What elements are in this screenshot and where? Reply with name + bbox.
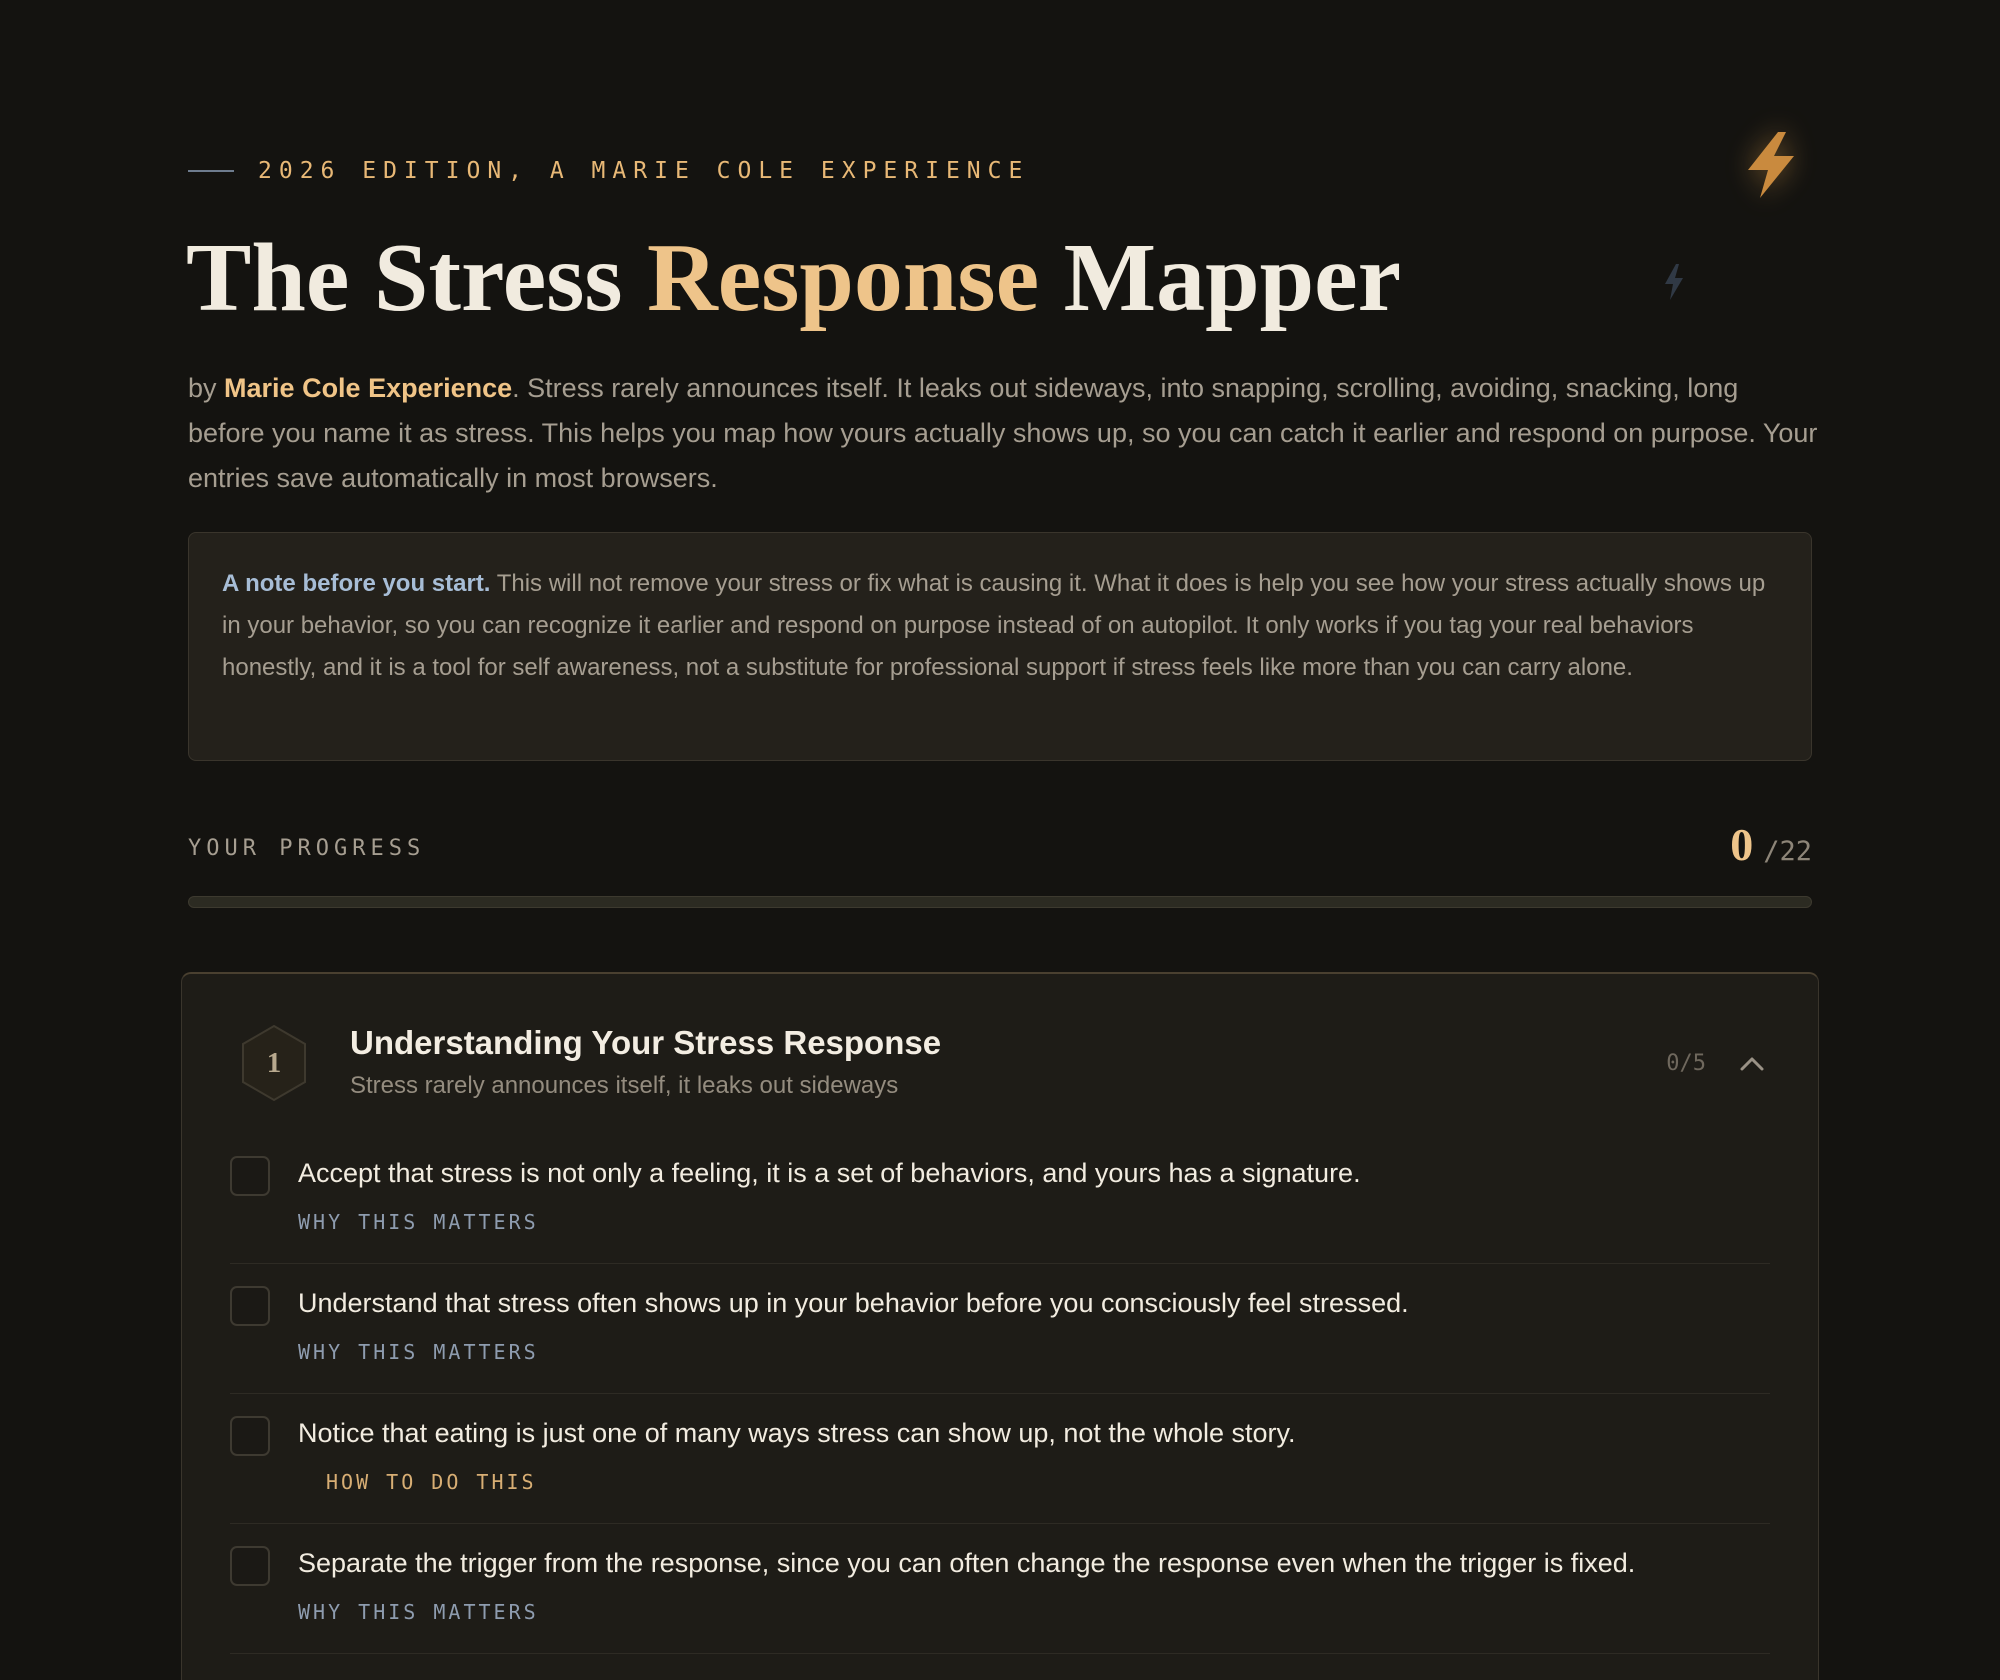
section-subtitle: Stress rarely announces itself, it leaks… bbox=[350, 1072, 899, 1099]
item-text: Separate the trigger from the response, … bbox=[298, 1548, 1636, 1578]
how-to-do-this-link[interactable]: HOW TO DO THIS bbox=[326, 1470, 537, 1494]
progress-count: 0 /22 bbox=[1730, 818, 1812, 871]
section-title: Understanding Your Stress Response bbox=[350, 1024, 942, 1061]
why-this-matters-link[interactable]: WHY THIS MATTERS bbox=[298, 1210, 539, 1234]
intro-author: Marie Cole Experience bbox=[224, 373, 513, 403]
page: 2026 EDITION, A MARIE COLE EXPERIENCE Th… bbox=[0, 0, 2000, 1680]
progress-bar bbox=[188, 896, 1812, 908]
item-text: Notice that eating is just one of many w… bbox=[298, 1418, 1296, 1448]
eyebrow: 2026 EDITION, A MARIE COLE EXPERIENCE bbox=[188, 158, 1029, 184]
eyebrow-divider bbox=[188, 170, 234, 172]
eyebrow-text: 2026 EDITION, A MARIE COLE EXPERIENCE bbox=[258, 158, 1030, 184]
item-checkbox[interactable] bbox=[230, 1416, 270, 1456]
checklist-item: Notice that eating is just one of many w… bbox=[230, 1394, 1770, 1524]
intro-prefix: by bbox=[188, 373, 225, 403]
progress-total: /22 bbox=[1763, 836, 1812, 867]
why-this-matters-link[interactable]: WHY THIS MATTERS bbox=[298, 1340, 539, 1364]
checklist: Accept that stress is not only a feeling… bbox=[230, 1134, 1770, 1654]
progress-done: 0 bbox=[1730, 819, 1754, 870]
checklist-item: Accept that stress is not only a feeling… bbox=[230, 1134, 1770, 1264]
page-title: The Stress Response Mapper bbox=[186, 218, 1401, 338]
section-card: 1 Understanding Your Stress Response Str… bbox=[181, 972, 1819, 1680]
item-checkbox[interactable] bbox=[230, 1546, 270, 1586]
section-number: 1 bbox=[266, 1046, 282, 1079]
intro-paragraph: by Marie Cole Experience. Stress rarely … bbox=[188, 366, 1820, 501]
note-lead: A note before you start. bbox=[222, 570, 491, 597]
lightning-bolt-icon bbox=[1748, 132, 1794, 198]
intro-note: A note before you start. This will not r… bbox=[188, 532, 1812, 761]
item-text: Accept that stress is not only a feeling… bbox=[298, 1158, 1361, 1188]
lightning-bolt-icon bbox=[1665, 264, 1683, 300]
section-count: 0/5 bbox=[1666, 1051, 1706, 1076]
chevron-up-icon[interactable] bbox=[1736, 1048, 1768, 1080]
title-part-1: The Stress bbox=[186, 224, 648, 332]
title-part-2: Mapper bbox=[1039, 224, 1402, 332]
progress-label: YOUR PROGRESS bbox=[188, 836, 426, 861]
why-this-matters-link[interactable]: WHY THIS MATTERS bbox=[298, 1600, 539, 1624]
item-checkbox[interactable] bbox=[230, 1156, 270, 1196]
item-text: Understand that stress often shows up in… bbox=[298, 1288, 1409, 1318]
checklist-item: Understand that stress often shows up in… bbox=[230, 1264, 1770, 1394]
checklist-item: Separate the trigger from the response, … bbox=[230, 1524, 1770, 1654]
title-accent: Response bbox=[647, 224, 1040, 332]
item-checkbox[interactable] bbox=[230, 1286, 270, 1326]
